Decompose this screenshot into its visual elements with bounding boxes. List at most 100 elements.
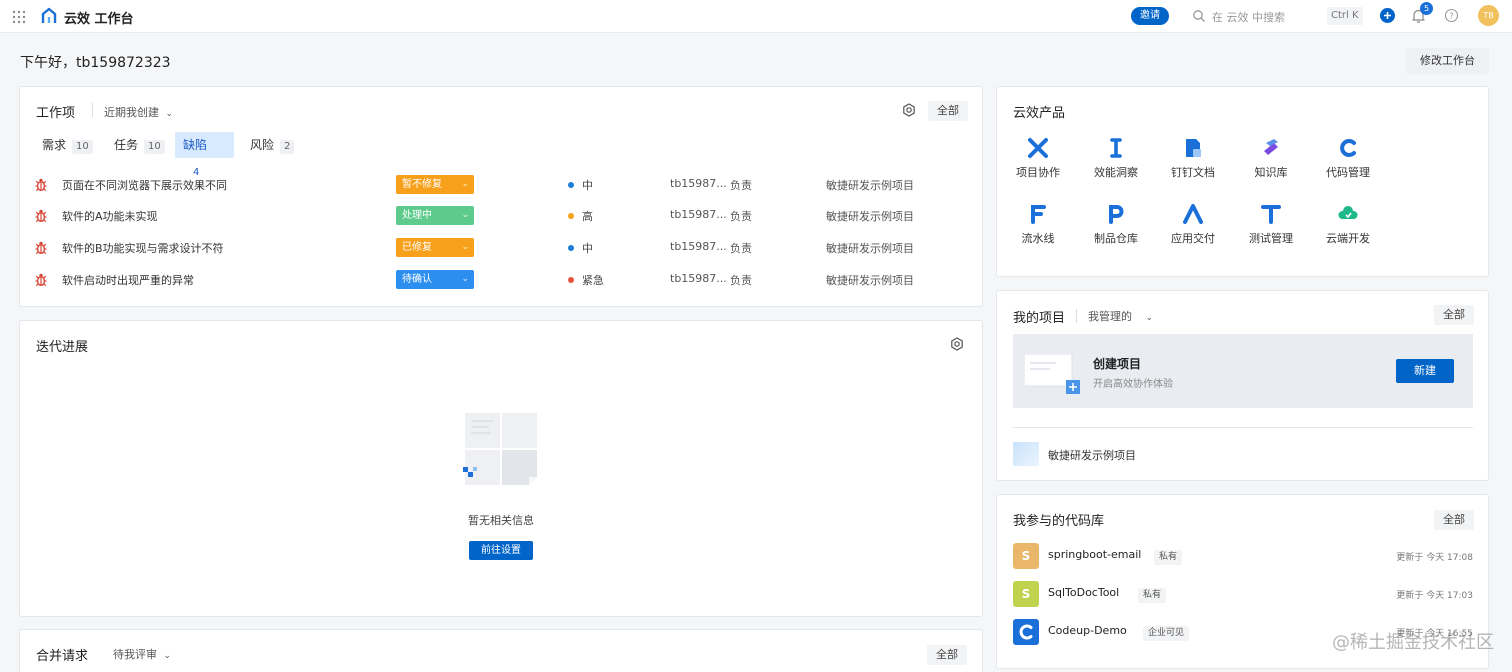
workitems-all-button[interactable]: 全部 bbox=[928, 101, 968, 121]
goto-settings-button[interactable]: 前往设置 bbox=[469, 541, 533, 560]
repo-row[interactable]: S SqlToDocTool 私有 更新于 今天 17:03 bbox=[1013, 581, 1473, 607]
user-avatar[interactable]: TB bbox=[1478, 5, 1499, 26]
my-projects-all-button[interactable]: 全部 bbox=[1434, 305, 1474, 325]
repo-visibility-badge: 企业可见 bbox=[1143, 626, 1190, 641]
dingtalk-doc-icon bbox=[1158, 137, 1228, 159]
bug-icon bbox=[35, 209, 47, 223]
product-testing[interactable]: 测试管理 bbox=[1236, 203, 1306, 246]
repo-name[interactable]: springboot-email bbox=[1048, 548, 1141, 561]
help-icon[interactable]: ? bbox=[1444, 8, 1459, 23]
tab-risks[interactable]: 风险 2 bbox=[242, 132, 302, 158]
my-projects-title: 我的项目 bbox=[1013, 311, 1066, 326]
yunxiao-logo-icon[interactable] bbox=[40, 7, 58, 25]
product-label: 测试管理 bbox=[1249, 232, 1293, 245]
status-dropdown[interactable]: 待确认 ⌄ bbox=[396, 270, 474, 289]
assignee-role: 负责 bbox=[730, 210, 752, 223]
project-thumbnail-icon bbox=[1013, 442, 1039, 466]
merge-requests-filter-dropdown[interactable]: 待我评审 ⌄ bbox=[113, 646, 171, 662]
workitems-filter-dropdown[interactable]: 近期我创建 ⌄ bbox=[104, 104, 173, 120]
settings-gear-icon[interactable] bbox=[902, 103, 916, 117]
repo-name[interactable]: Codeup-Demo bbox=[1048, 624, 1127, 637]
product-cloud-dev[interactable]: 云端开发 bbox=[1313, 203, 1383, 246]
workitem-title[interactable]: 软件启动时出现严重的异常 bbox=[62, 272, 194, 288]
repo-visibility-badge: 私有 bbox=[1154, 550, 1183, 565]
top-bar: 云效 工作台 邀请 在 云效 中搜索 Ctrl K 5 ? TB bbox=[0, 0, 1512, 33]
edit-workspace-button[interactable]: 修改工作台 bbox=[1406, 48, 1489, 74]
product-dingtalk-doc[interactable]: 钉钉文档 bbox=[1158, 137, 1228, 180]
iteration-title: 迭代进展 bbox=[36, 340, 89, 355]
product-insight[interactable]: 效能洞察 bbox=[1081, 137, 1151, 180]
priority-label: 中 bbox=[582, 179, 593, 192]
app-grid-icon[interactable] bbox=[12, 10, 26, 24]
app-title[interactable]: 云效 工作台 bbox=[64, 8, 134, 27]
status-dropdown[interactable]: 处理中 ⌄ bbox=[396, 206, 474, 225]
tab-label: 任务 bbox=[114, 138, 139, 152]
workitem-title[interactable]: 页面在不同浏览器下展示效果不同 bbox=[62, 177, 227, 193]
tab-count: 10 bbox=[72, 140, 93, 154]
project-link[interactable]: 敏捷研发示例项目 bbox=[826, 272, 914, 288]
status-dropdown[interactable]: 暂不修复 ⌄ bbox=[396, 175, 474, 194]
product-delivery[interactable]: 应用交付 bbox=[1158, 203, 1228, 246]
settings-gear-icon[interactable] bbox=[950, 337, 964, 351]
priority-label: 中 bbox=[582, 242, 593, 255]
priority-label: 高 bbox=[582, 210, 593, 223]
product-label: 效能洞察 bbox=[1094, 166, 1138, 179]
divider bbox=[1013, 427, 1473, 428]
assignee-name: tb15987... bbox=[670, 240, 727, 253]
workitem-row[interactable]: 软件的B功能实现与需求设计不符 已修复 ⌄ 中 tb15987... 负责 敏捷研发示例项目 bbox=[20, 238, 980, 262]
search-icon[interactable] bbox=[1192, 9, 1206, 23]
tab-requirements[interactable]: 需求 10 bbox=[34, 132, 101, 158]
product-project-collab[interactable]: 项目协作 bbox=[1003, 137, 1073, 180]
product-label: 项目协作 bbox=[1016, 166, 1060, 179]
workitem-title[interactable]: 软件的B功能实现与需求设计不符 bbox=[62, 240, 224, 256]
chevron-down-icon: ⌄ bbox=[163, 651, 172, 661]
tab-label: 缺陷 bbox=[183, 138, 208, 152]
workitem-title[interactable]: 软件的A功能未实现 bbox=[62, 208, 158, 224]
assignee-name: tb15987... bbox=[670, 272, 727, 285]
product-label: 知识库 bbox=[1254, 166, 1288, 179]
product-pipeline[interactable]: 流水线 bbox=[1003, 203, 1073, 246]
priority-dot bbox=[568, 213, 574, 219]
create-project-illustration bbox=[1023, 353, 1080, 394]
repo-avatar bbox=[1013, 619, 1039, 645]
tab-defects[interactable]: 缺陷4 bbox=[175, 132, 234, 178]
search-input[interactable]: 在 云效 中搜索 bbox=[1212, 9, 1285, 25]
product-code[interactable]: 代码管理 bbox=[1313, 137, 1383, 180]
status-dropdown[interactable]: 已修复 ⌄ bbox=[396, 238, 474, 257]
project-name: 敏捷研发示例项目 bbox=[1048, 449, 1136, 462]
cloud-dev-icon bbox=[1313, 203, 1383, 225]
merge-requests-all-button[interactable]: 全部 bbox=[927, 645, 967, 665]
status-label: 待确认 bbox=[402, 274, 432, 285]
new-project-button[interactable]: 新建 bbox=[1396, 359, 1454, 383]
repo-row[interactable]: Sspringboot-email 私有 更新于 今天 17:08 bbox=[1013, 543, 1473, 569]
merge-requests-title: 合并请求 bbox=[36, 649, 89, 664]
tab-tasks[interactable]: 任务 10 bbox=[106, 132, 173, 158]
workitem-row[interactable]: 页面在不同浏览器下展示效果不同 暂不修复 ⌄ 中 tb15987... 负责 敏捷研发示例项… bbox=[20, 175, 980, 199]
status-label: 处理中 bbox=[402, 210, 432, 221]
invite-button[interactable]: 邀请 bbox=[1131, 7, 1169, 25]
notification-badge: 5 bbox=[1420, 2, 1433, 15]
create-plus-icon[interactable] bbox=[1380, 8, 1395, 23]
chevron-down-icon: ⌄ bbox=[461, 274, 469, 284]
workitem-row[interactable]: 软件启动时出现严重的异常 待确认 ⌄ 紧急 tb15987... 负责 敏捷研发示例项目 bbox=[20, 270, 980, 294]
workitem-row[interactable]: 软件的A功能未实现 处理中 ⌄ 高 tb15987... 负责 敏捷研发示例项目 bbox=[20, 206, 980, 230]
watermark: @稀土掘金技术社区 bbox=[1332, 632, 1494, 653]
product-label: 制品仓库 bbox=[1094, 232, 1138, 245]
my-projects-filter-dropdown[interactable]: 我管理的 ⌄ bbox=[1088, 308, 1153, 324]
repo-name[interactable]: SqlToDocTool bbox=[1048, 586, 1119, 599]
repo-visibility-badge: 私有 bbox=[1138, 588, 1167, 603]
chevron-down-icon: ⌄ bbox=[461, 210, 469, 220]
project-link[interactable]: 敏捷研发示例项目 bbox=[826, 240, 914, 256]
project-item[interactable]: 敏捷研发示例项目 bbox=[1013, 442, 1313, 466]
tab-label: 需求 bbox=[42, 138, 67, 152]
assignee-name: tb15987... bbox=[670, 208, 727, 221]
project-link[interactable]: 敏捷研发示例项目 bbox=[826, 177, 914, 193]
project-collab-icon bbox=[1003, 137, 1073, 159]
code-icon bbox=[1313, 137, 1383, 159]
workitems-filter-label: 近期我创建 bbox=[104, 106, 159, 119]
product-artifact[interactable]: 制品仓库 bbox=[1081, 203, 1151, 246]
repos-all-button[interactable]: 全部 bbox=[1434, 510, 1474, 530]
product-knowledge[interactable]: 知识库 bbox=[1236, 137, 1306, 180]
repo-avatar: S bbox=[1013, 543, 1039, 569]
project-link[interactable]: 敏捷研发示例项目 bbox=[826, 208, 914, 224]
